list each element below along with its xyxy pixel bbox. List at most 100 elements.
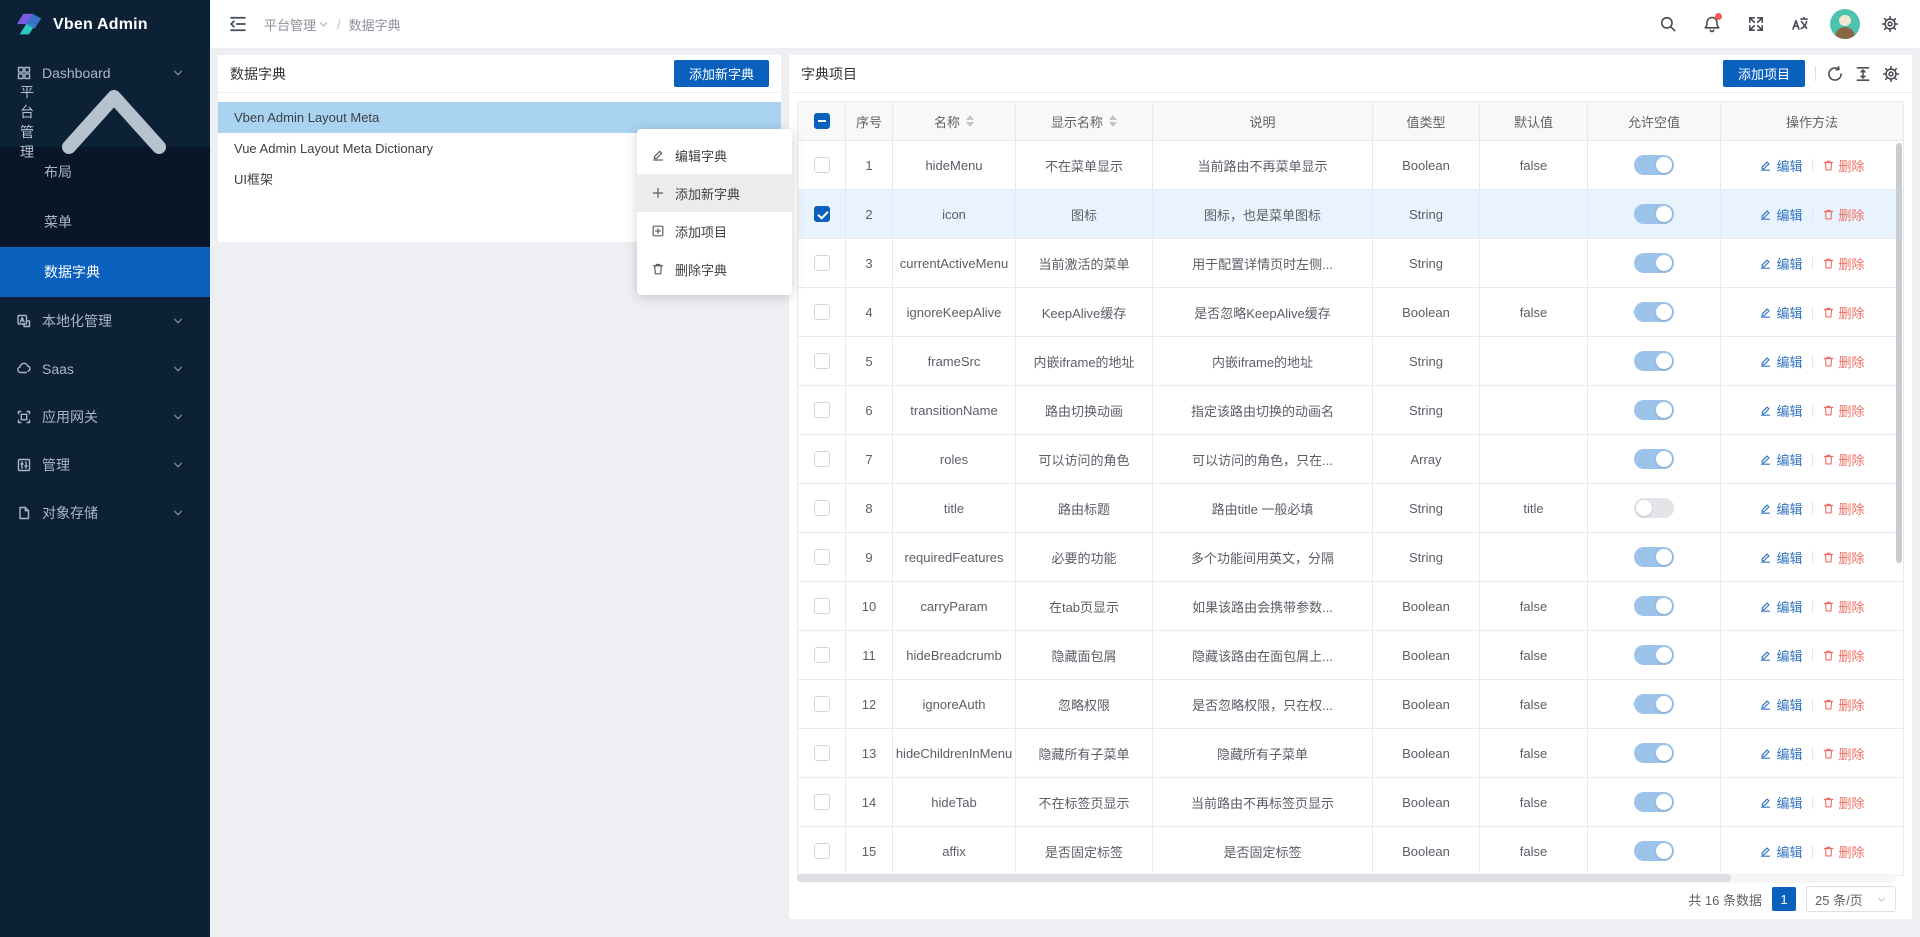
row-checkbox[interactable] — [814, 549, 830, 565]
allow-empty-toggle[interactable] — [1634, 155, 1674, 175]
breadcrumb-item-dict[interactable]: 数据字典 — [349, 15, 401, 34]
allow-empty-toggle[interactable] — [1634, 743, 1674, 763]
delete-button[interactable]: 删除 — [1822, 744, 1865, 763]
delete-button[interactable]: 删除 — [1822, 548, 1865, 567]
delete-button[interactable]: 删除 — [1822, 499, 1865, 518]
sort-icon[interactable] — [966, 115, 974, 127]
edit-button[interactable]: 编辑 — [1759, 548, 1802, 567]
row-checkbox[interactable] — [814, 304, 830, 320]
allow-empty-toggle[interactable] — [1634, 204, 1674, 224]
allow-empty-toggle[interactable] — [1634, 400, 1674, 420]
row-checkbox[interactable] — [814, 402, 830, 418]
row-checkbox[interactable] — [814, 598, 830, 614]
edit-button[interactable]: 编辑 — [1759, 156, 1802, 175]
context-menu-item-删除字典[interactable]: 删除字典 — [637, 250, 792, 288]
user-avatar[interactable] — [1830, 9, 1860, 39]
edit-button[interactable]: 编辑 — [1759, 450, 1802, 469]
allow-empty-toggle[interactable] — [1634, 498, 1674, 518]
edit-button[interactable]: 编辑 — [1759, 254, 1802, 273]
row-checkbox[interactable] — [814, 206, 830, 222]
row-checkbox[interactable] — [814, 500, 830, 516]
sidebar-item-数据字典[interactable]: 数据字典 — [0, 247, 210, 297]
edit-button[interactable]: 编辑 — [1759, 401, 1802, 420]
edit-button[interactable]: 编辑 — [1759, 597, 1802, 616]
allow-empty-toggle[interactable] — [1634, 792, 1674, 812]
allow-empty-toggle[interactable] — [1634, 645, 1674, 665]
allow-empty-toggle[interactable] — [1634, 596, 1674, 616]
sidebar-item-菜单[interactable]: 菜单 — [0, 197, 210, 247]
allow-empty-toggle[interactable] — [1634, 253, 1674, 273]
row-checkbox[interactable] — [814, 157, 830, 173]
delete-button[interactable]: 删除 — [1822, 254, 1865, 273]
settings-gear-icon[interactable] — [1872, 6, 1908, 42]
delete-button[interactable]: 删除 — [1822, 156, 1865, 175]
sidebar-item-应用网关[interactable]: 应用网关 — [0, 393, 210, 441]
cell-actions: 编辑 删除 — [1721, 141, 1903, 190]
row-checkbox[interactable] — [814, 745, 830, 761]
row-checkbox[interactable] — [814, 843, 830, 859]
table-horizontal-scrollbar[interactable] — [797, 873, 1896, 883]
add-dictionary-button[interactable]: 添加新字典 — [674, 60, 769, 87]
delete-button[interactable]: 删除 — [1822, 646, 1865, 665]
context-menu-item-添加新字典[interactable]: 添加新字典 — [637, 174, 792, 212]
select-all-checkbox[interactable] — [814, 113, 830, 129]
menu-fold-icon[interactable] — [228, 14, 248, 34]
edit-button[interactable]: 编辑 — [1759, 793, 1802, 812]
fullscreen-icon[interactable] — [1738, 6, 1774, 42]
sort-icon[interactable] — [1109, 115, 1117, 127]
allow-empty-toggle[interactable] — [1634, 449, 1674, 469]
cell-display-name: 不在菜单显示 — [1016, 141, 1153, 190]
edit-button[interactable]: 编辑 — [1759, 744, 1802, 763]
page-size-select[interactable]: 25 条/页 — [1806, 886, 1896, 912]
scrollbar-thumb[interactable] — [1896, 143, 1902, 563]
add-item-button[interactable]: 添加项目 — [1723, 60, 1805, 87]
search-icon[interactable] — [1650, 6, 1686, 42]
allow-empty-toggle[interactable] — [1634, 302, 1674, 322]
row-checkbox[interactable] — [814, 647, 830, 663]
edit-button[interactable]: 编辑 — [1759, 499, 1802, 518]
edit-button[interactable]: 编辑 — [1759, 695, 1802, 714]
items-panel-header: 字典项目 添加项目 — [789, 55, 1912, 93]
allow-empty-toggle[interactable] — [1634, 351, 1674, 371]
delete-button[interactable]: 删除 — [1822, 401, 1865, 420]
context-menu-item-编辑字典[interactable]: 编辑字典 — [637, 136, 792, 174]
row-height-icon[interactable] — [1854, 65, 1872, 83]
translate-icon[interactable] — [1782, 6, 1818, 42]
edit-button[interactable]: 编辑 — [1759, 646, 1802, 665]
sidebar-item-对象存储[interactable]: 对象存储 — [0, 489, 210, 537]
row-checkbox[interactable] — [814, 696, 830, 712]
breadcrumb-item-platform[interactable]: 平台管理 — [264, 15, 329, 34]
row-checkbox[interactable] — [814, 255, 830, 271]
delete-button[interactable]: 删除 — [1822, 352, 1865, 371]
cell-no: 5 — [846, 337, 893, 386]
delete-button[interactable]: 删除 — [1822, 793, 1865, 812]
allow-empty-toggle[interactable] — [1634, 547, 1674, 567]
header-label: 说明 — [1249, 112, 1275, 131]
refresh-icon[interactable] — [1826, 65, 1844, 83]
edit-button[interactable]: 编辑 — [1759, 352, 1802, 371]
table-settings-gear-icon[interactable] — [1882, 65, 1900, 83]
row-checkbox[interactable] — [814, 353, 830, 369]
delete-button[interactable]: 删除 — [1822, 695, 1865, 714]
edit-button[interactable]: 编辑 — [1759, 205, 1802, 224]
delete-button[interactable]: 删除 — [1822, 842, 1865, 861]
row-checkbox[interactable] — [814, 451, 830, 467]
delete-button[interactable]: 删除 — [1822, 205, 1865, 224]
delete-button[interactable]: 删除 — [1822, 450, 1865, 469]
sidebar-group-平台管理[interactable]: 平台管理 — [0, 97, 210, 147]
edit-button[interactable]: 编辑 — [1759, 303, 1802, 322]
allow-empty-toggle[interactable] — [1634, 841, 1674, 861]
scrollbar-thumb[interactable] — [797, 874, 1731, 882]
sidebar-item-管理[interactable]: 管理 — [0, 441, 210, 489]
table-vertical-scrollbar[interactable] — [1895, 141, 1903, 876]
delete-button[interactable]: 删除 — [1822, 597, 1865, 616]
allow-empty-toggle[interactable] — [1634, 694, 1674, 714]
context-menu-item-添加项目[interactable]: 添加项目 — [637, 212, 792, 250]
sidebar-item-本地化管理[interactable]: 本地化管理 — [0, 297, 210, 345]
edit-button[interactable]: 编辑 — [1759, 842, 1802, 861]
row-checkbox[interactable] — [814, 794, 830, 810]
pagination-page-1[interactable]: 1 — [1772, 887, 1796, 911]
delete-button[interactable]: 删除 — [1822, 303, 1865, 322]
notification-bell-icon[interactable] — [1694, 6, 1730, 42]
sidebar-item-Saas[interactable]: Saas — [0, 345, 210, 393]
